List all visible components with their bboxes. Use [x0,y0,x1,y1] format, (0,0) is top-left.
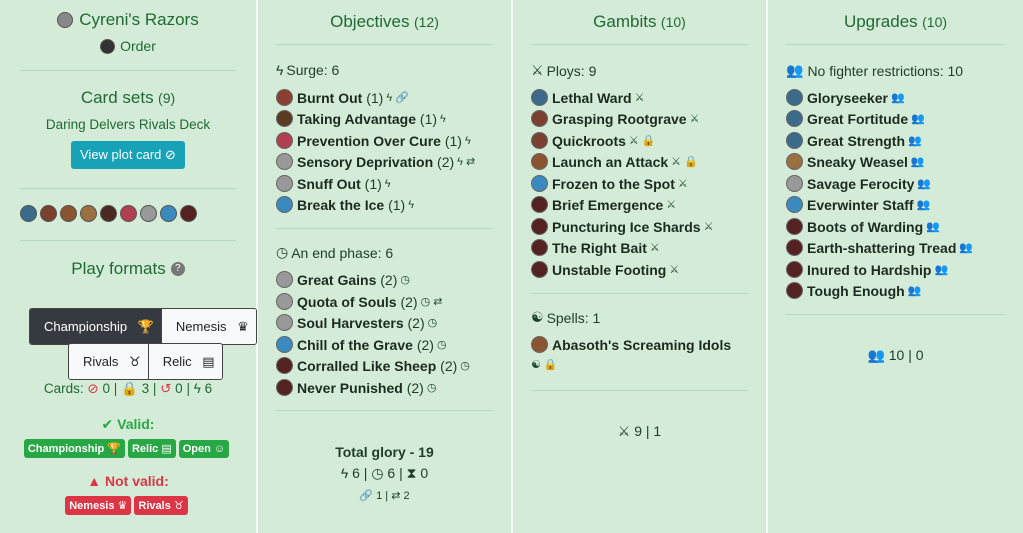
invalid-badge-nemesis: Nemesis ♛ [65,496,132,515]
list-item[interactable]: Snuff Out (1) ϟ [276,175,391,192]
format-rivals-button[interactable]: Rivals ♉ [69,344,148,379]
surge-icon: ϟ [193,381,201,396]
card-set-icons [20,205,200,227]
list-item[interactable]: Taking Advantage (1) ϟ [276,110,446,127]
list-item[interactable]: Savage Ferocity 👥 [786,175,931,192]
list-item[interactable]: Earth-shattering Tread 👥 [786,239,973,256]
list-item[interactable]: Tough Enough 👥 [786,282,921,299]
faction-emblem-icon [57,12,74,28]
format-championship-button[interactable]: Championship 🏆 [30,309,161,344]
check-icon: ✔ [101,416,114,432]
list-item[interactable]: Chill of the Grave (2) ◷ [276,336,447,353]
order-icon [100,38,116,54]
surge-label: ϟ Surge: 6 [276,62,340,78]
objective-totals-secondary: 🔗 1 | ⇄ 2 [359,490,410,502]
compass-icon: ⊘ [165,147,176,162]
clock-icon: ◷ [276,244,289,260]
spells-label: ☯ Spells: 1 [531,309,601,326]
users-icon: 👥 [786,62,804,78]
list-item[interactable]: Sneaky Weasel 👥 [786,153,925,170]
list-item[interactable]: Lethal Ward ⚔ [531,89,644,106]
forbidden-icon: ⊘ [87,381,99,396]
card-sets-count: (9) [158,90,176,106]
ploy-icon: ⚔ [617,423,631,439]
upgrades-summary: 👥 10 | 0 [867,347,924,363]
list-item[interactable]: Grasping Rootgrave ⚔ [531,110,699,127]
view-plot-card-button[interactable]: View plot card ⊘ [71,141,185,169]
deck-subtitle: Daring Delvers Rivals Deck [45,117,211,132]
lock-icon: 🔒 [543,359,558,371]
objectives-count: (12) [413,14,439,30]
spell-icon: ☯ [531,309,544,325]
list-item[interactable]: Inured to Hardship 👥 [786,261,948,278]
list-item[interactable]: Burnt Out (1) ϟ 🔗 [276,89,409,106]
list-item[interactable]: The Right Bait ⚔ [531,239,660,256]
ploy-icon: ⚔ [531,62,544,78]
lock-icon: 🔒 [684,156,698,168]
ploys-label: ⚔ Ploys: 9 [531,62,597,79]
list-item[interactable]: Everwinter Staff 👥 [786,196,930,213]
gambits-count: (10) [660,14,686,30]
list-item[interactable]: Frozen to the Spot ⚔ [531,175,688,192]
restrictions-label: 👥 No fighter restrictions: 10 [786,62,964,79]
spell-icons: ☯ 🔒 [531,359,558,371]
cards-stats: Cards: ⊘ 0 | 🔒 3 | ↺ 0 | ϟ 6 [43,381,213,396]
valid-label: Valid: [117,416,155,432]
gambits-summary: ⚔ 9 | 1 [617,423,662,439]
list-item[interactable]: Never Punished (2) ◷ [276,379,436,396]
list-item[interactable]: Corralled Like Sheep (2) ◷ [276,357,470,374]
not-valid-label: Not valid: [104,473,169,489]
upgrades-panel: Upgrades (10) 👥 No fighter restrictions: … [768,0,1023,533]
surge-icon: ϟ [276,62,284,78]
faction-name: Order [120,38,156,54]
list-item[interactable]: Great Fortitude 👥 [786,110,925,127]
total-glory: Total glory - 19 [335,444,434,460]
gambits-panel: Gambits (10) ⚔ Ploys: 9 Lethal Ward ⚔ Gras… [513,0,766,533]
end-phase-label: ◷ An end phase: 6 [276,244,394,261]
valid-badge-relic: Relic ▤ [127,439,176,458]
upgrades-title: Upgrades [843,12,918,31]
list-item[interactable]: Brief Emergence ⚔ [531,196,676,213]
list-item[interactable]: Sensory Deprivation (2) ϟ ⇄ [276,153,475,170]
valid-badge-championship: Championship 🏆 [23,439,125,458]
list-item[interactable]: Soul Harvesters (2) ◷ [276,314,437,331]
valid-badge-open: Open ☺ [178,440,230,458]
lock-icon: 🔒 [120,381,138,396]
list-item[interactable]: Launch an Attack ⚔ 🔒 [531,153,698,170]
objectives-panel: Objectives (12) ϟ Surge: 6 Burnt Out (1) ϟ… [258,0,511,533]
play-formats-title: Play formats [71,259,166,278]
lock-icon: 🔒 [641,135,656,147]
invalid-badge-rivals: Rivals ♉ [134,496,188,515]
list-item[interactable]: Great Gains (2) ◷ [276,271,410,288]
rotate-icon: ↺ [160,381,172,396]
list-item[interactable]: Unstable Footing ⚔ [531,261,679,278]
list-item[interactable]: Abasoth's Screaming Idols [531,336,731,353]
deck-info-panel: Cyreni's Razors Order Card sets (9) Dari… [0,0,257,533]
list-item[interactable]: Puncturing Ice Shards ⚔ [531,218,713,235]
list-item[interactable]: Boots of Warding 👥 [786,218,940,235]
help-icon[interactable]: ? [170,262,185,276]
list-item[interactable]: Prevention Over Cure (1) ϟ [276,132,471,149]
warning-icon: ▲ [87,473,102,489]
list-item[interactable]: Break the Ice (1) ϟ [276,196,414,213]
objective-totals: ϟ 6 | ◷ 6 | ⧗ 0 [340,465,429,481]
upgrades-count: (10) [922,14,948,30]
card-sets-title: Card sets [80,88,154,107]
list-item[interactable]: Quota of Souls (2) ◷ ⇄ [276,293,442,310]
list-item[interactable]: Great Strength 👥 [786,132,922,149]
list-item[interactable]: Gloryseeker 👥 [786,89,905,106]
users-icon: 👥 [867,347,885,363]
format-relic-button[interactable]: Relic ▤ [147,344,222,379]
objectives-title: Objectives [330,12,410,31]
list-item[interactable]: Quickroots ⚔ 🔒 [531,132,655,149]
deck-name: Cyreni's Razors [79,10,199,29]
format-nemesis-button[interactable]: Nemesis ♛ [160,309,256,344]
gambits-title: Gambits [593,12,657,31]
